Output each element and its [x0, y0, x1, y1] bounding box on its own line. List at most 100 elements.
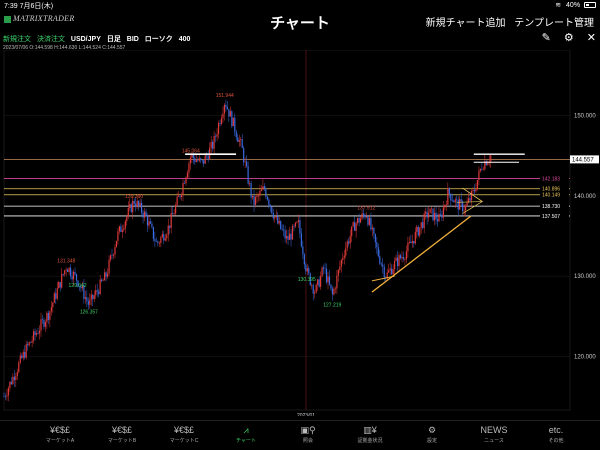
- price-annotation-label: 127.219: [323, 302, 341, 308]
- candle-body: [185, 177, 187, 184]
- candle-body: [315, 284, 317, 293]
- candle-body: [275, 216, 277, 218]
- candle-body: [246, 161, 248, 167]
- candle-body: [213, 136, 215, 149]
- pencil-icon[interactable]: ✎: [542, 31, 551, 44]
- candle-body: [220, 118, 223, 124]
- new-order-button[interactable]: 新規注文: [3, 36, 31, 43]
- side-selector[interactable]: BID: [127, 36, 139, 43]
- candle-body: [442, 207, 445, 218]
- candle-body: [370, 217, 372, 230]
- candle-body: [367, 216, 369, 225]
- candle-body: [232, 117, 234, 127]
- candle-body: [405, 251, 408, 260]
- candle-body: [244, 161, 246, 163]
- candle-body: [120, 226, 122, 232]
- candle-body: [422, 222, 424, 229]
- tab-label: 証拠金状況: [357, 438, 383, 444]
- candle-body: [95, 290, 97, 296]
- bar-count-selector[interactable]: 400: [179, 36, 191, 43]
- candle-body: [124, 221, 126, 229]
- candle-body: [396, 257, 399, 266]
- y-tick-label: 120.000: [574, 354, 596, 360]
- candle-body: [462, 201, 464, 212]
- candle-body: [324, 268, 326, 270]
- candle-body: [325, 268, 328, 283]
- candle-body: [98, 291, 100, 295]
- candle-body: [456, 199, 458, 201]
- candle-body: [463, 210, 465, 212]
- candle-body: [31, 340, 33, 343]
- candle-body: [478, 170, 480, 181]
- price-chart[interactable]: 150.000 140.000 130.000 120.000 2023/01 151.9…: [0, 50, 600, 416]
- gear-icon[interactable]: ⚙: [564, 31, 574, 44]
- candle-body: [340, 260, 342, 267]
- tab-8[interactable]: etc. その他: [526, 423, 586, 444]
- app-root: 7:39 7月6日(木) ≋ 40% MATRIXTRADER チャート 新規チ…: [0, 0, 600, 450]
- candle-body: [207, 155, 209, 160]
- candle-body: [487, 162, 489, 166]
- candle-body: [361, 213, 363, 219]
- candle-body: [195, 160, 197, 162]
- tab-5[interactable]: ▥¥ 証拠金状況: [340, 423, 400, 444]
- candle-body: [151, 223, 153, 227]
- candle-body: [447, 188, 449, 205]
- candle-body: [303, 254, 305, 265]
- period-selector[interactable]: 日足: [107, 36, 121, 43]
- candle-body: [55, 293, 57, 299]
- toolbar-left: 新規注文 決済注文 USD/JPY 日足 BID ローソク 400: [3, 34, 194, 44]
- close-icon[interactable]: ✕: [587, 31, 596, 44]
- candle-body: [416, 226, 418, 232]
- candle-body: [337, 269, 339, 276]
- candle-body: [188, 163, 190, 173]
- candle-body: [138, 201, 140, 206]
- candle-body: [247, 166, 249, 184]
- candle-body: [354, 222, 356, 231]
- tab-7[interactable]: NEWS ニュース: [464, 423, 524, 444]
- candle-body: [173, 213, 175, 215]
- candle-body: [393, 260, 396, 270]
- candle-body: [170, 213, 172, 228]
- tab-3[interactable]: ⩘ チャート: [216, 423, 276, 444]
- candle-body: [182, 182, 184, 195]
- chart-type-selector[interactable]: ローソク: [145, 36, 173, 43]
- logo-text: MATRIXTRADER: [13, 14, 75, 23]
- candle-body: [425, 211, 427, 214]
- tab-glyph-icon: etc.: [548, 425, 564, 435]
- candle-body: [355, 223, 357, 231]
- tab-1[interactable]: ¥€$£ マーケットB: [92, 423, 152, 444]
- candle-body: [89, 299, 91, 305]
- candle-body: [6, 395, 8, 397]
- candle-body: [68, 267, 70, 273]
- candle-body: [469, 198, 471, 201]
- candle-body: [318, 279, 320, 287]
- settle-order-button[interactable]: 決済注文: [37, 36, 65, 43]
- tab-2[interactable]: ¥€$£ マーケットC: [154, 423, 214, 444]
- tab-4[interactable]: ▣⚲ 照会: [278, 423, 338, 444]
- candle-body: [322, 267, 325, 269]
- candle-body: [465, 205, 467, 211]
- candle-body: [429, 208, 431, 213]
- tab-6[interactable]: ⚙ 設定: [402, 423, 462, 444]
- candle-body: [9, 381, 11, 389]
- candle-body: [157, 241, 159, 244]
- tab-0[interactable]: ¥€$£ マーケットA: [30, 423, 90, 444]
- candle-body: [109, 255, 112, 260]
- candle-body: [383, 266, 385, 278]
- candle-body: [460, 199, 462, 202]
- candle-body: [210, 141, 212, 148]
- candle-body: [476, 180, 479, 190]
- candle-body: [3, 396, 5, 397]
- pair-selector[interactable]: USD/JPY: [71, 36, 101, 43]
- candle-body: [302, 246, 304, 255]
- candle-body: [27, 344, 29, 346]
- add-chart-button[interactable]: 新規チャート追加: [426, 18, 506, 29]
- candle-body: [50, 307, 52, 312]
- candle-body: [327, 276, 329, 283]
- candle-body: [59, 282, 61, 288]
- candle-body: [256, 195, 258, 198]
- price-annotation-label: 126.357: [80, 309, 98, 315]
- template-manage-button[interactable]: テンプレート管理: [514, 18, 594, 29]
- candle-body: [433, 212, 436, 221]
- candle-body: [106, 273, 109, 277]
